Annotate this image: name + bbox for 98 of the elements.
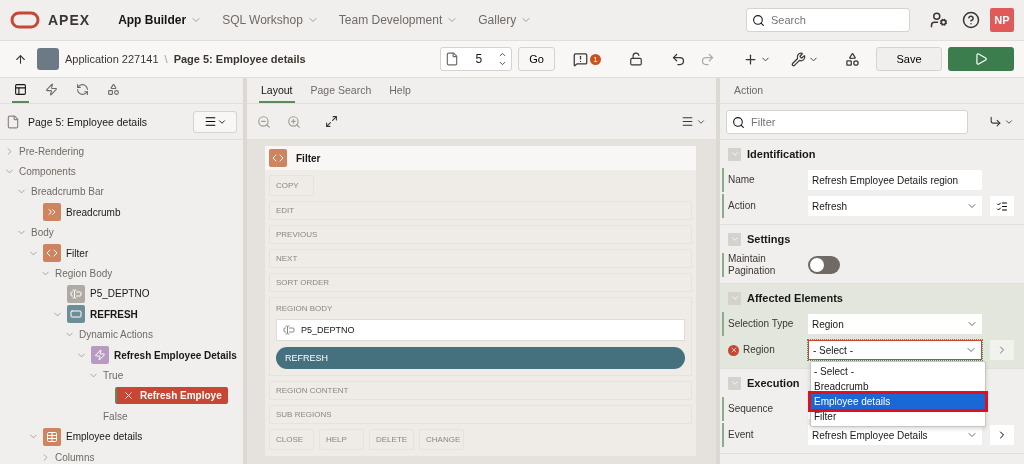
breadcrumb-separator: \ [164,53,168,65]
position-slot: PREVIOUS [269,225,692,244]
tree-item[interactable]: Refresh Employee Details [114,349,237,361]
tree-item[interactable]: Dynamic Actions [79,329,153,341]
code-icon [43,244,61,263]
property-label: Region [743,344,775,356]
position-slot: SORT ORDER [269,273,692,292]
tree-item[interactable]: P5_DEPTNO [90,288,150,300]
group-title: Affected Elements [747,292,843,304]
tree-item[interactable]: False [103,410,128,422]
page-title: Page 5: Employee details [28,115,148,128]
error-icon [728,344,739,356]
tree-item[interactable]: Pre-Rendering [19,145,85,157]
dropdown-option[interactable]: Breadcrumb [811,379,985,394]
position-slot: CLOSE [269,429,314,450]
search-icon [752,14,765,27]
tree-item[interactable]: True [103,370,124,381]
select-field[interactable]: - Select - [808,340,982,360]
code-icon [269,149,287,167]
group-title: Identification [747,148,816,160]
position-slot: DELETE [369,429,414,450]
select-field[interactable]: Refresh [808,196,982,216]
page-icon [445,52,460,66]
close-icon [123,390,134,402]
text-item-icon [67,284,85,303]
tree-item[interactable]: Columns [55,451,95,463]
property-label: Sequence [728,403,774,415]
property-label: Event [728,429,754,441]
nav-menu[interactable]: Team Development [338,13,459,27]
table-icon [43,427,61,446]
position-slot: SUB REGIONS [269,405,692,424]
panel-tab[interactable]: Layout [259,84,295,103]
panel-tab[interactable]: Action [732,84,766,103]
position-slot: COPY [269,175,314,196]
chevron-down-icon [498,59,508,68]
tree-item[interactable]: Filter [66,247,89,259]
nav-menu[interactable]: SQL Workshop [222,13,319,27]
refresh-button[interactable]: REFRESH [276,347,685,369]
tree-item[interactable]: REFRESH [90,308,138,320]
region-title: Filter [296,152,321,164]
text-field[interactable]: Refresh Employee Details region [808,170,982,190]
text-item-icon [283,324,295,336]
group-title: Settings [747,233,791,245]
chevrons-icon [43,203,61,222]
nav-menu[interactable]: Gallery [478,13,533,27]
group-title: Execution [747,377,800,389]
chevron-up-icon [498,50,508,59]
page-number-field[interactable]: 5 [440,47,513,71]
menu-button[interactable] [193,110,237,133]
button-shape-icon [67,305,85,324]
position-slot: CHANGE [419,429,464,450]
breadcrumb-link[interactable]: Application 227141 [65,53,159,65]
slot-title: REGION BODY [276,304,334,313]
select-field[interactable]: Refresh Employee Details [808,425,982,445]
select-field[interactable]: Region [808,314,982,334]
page-icon [6,114,20,129]
menu-icon [203,115,217,128]
tree-item[interactable]: Region Body [55,268,113,280]
dropdown-option[interactable]: Filter [811,409,985,424]
search-icon [732,115,745,129]
tree-item[interactable]: Breadcrumb [66,206,121,218]
property-label: Name [728,174,755,186]
logo-icon [10,11,40,29]
save-button[interactable]: Save [876,47,942,71]
run-button[interactable] [948,47,1014,71]
page-item[interactable]: P5_DEPTNO [276,319,685,341]
page-title: Page 5: Employee details [173,53,306,65]
logo-text: APEX [48,12,91,28]
tree-item[interactable]: Components [19,166,76,178]
panel-tab[interactable]: Help [387,84,413,103]
position-slot: REGION CONTENT [269,381,692,400]
arrow-button[interactable] [990,340,1014,360]
issue-count: 1 [590,53,601,65]
search-field[interactable]: Search [746,8,910,32]
tree-item[interactable]: Refresh Employe [115,387,228,405]
property-label: Maintain Pagination [728,253,777,277]
go-button[interactable]: Go [518,47,555,71]
position-slot: EDIT [269,201,692,220]
nav-menu[interactable]: App Builder [118,13,203,27]
lightning-icon [91,346,109,365]
property-label: Action [728,200,756,212]
list-button[interactable] [990,196,1014,216]
toggle-switch[interactable] [808,256,840,274]
tree-item[interactable]: Body [31,227,54,239]
tree-item[interactable]: Employee details [66,431,143,443]
play-icon [974,52,988,66]
list-icon [996,199,1008,213]
position-slot: NEXT [269,249,692,268]
arrow-button[interactable] [990,425,1014,445]
tree-item[interactable]: Breadcrumb Bar [31,186,104,198]
avatar[interactable]: NP [990,8,1014,32]
dropdown-option[interactable]: - Select - [811,364,985,379]
filter-field[interactable]: Filter [726,109,968,134]
position-slot: HELP [319,429,364,450]
application-icon [37,48,59,70]
panel-tab[interactable]: Page Search [308,84,374,103]
dropdown-option[interactable]: Employee details [811,394,985,409]
property-label: Selection Type [728,318,794,330]
